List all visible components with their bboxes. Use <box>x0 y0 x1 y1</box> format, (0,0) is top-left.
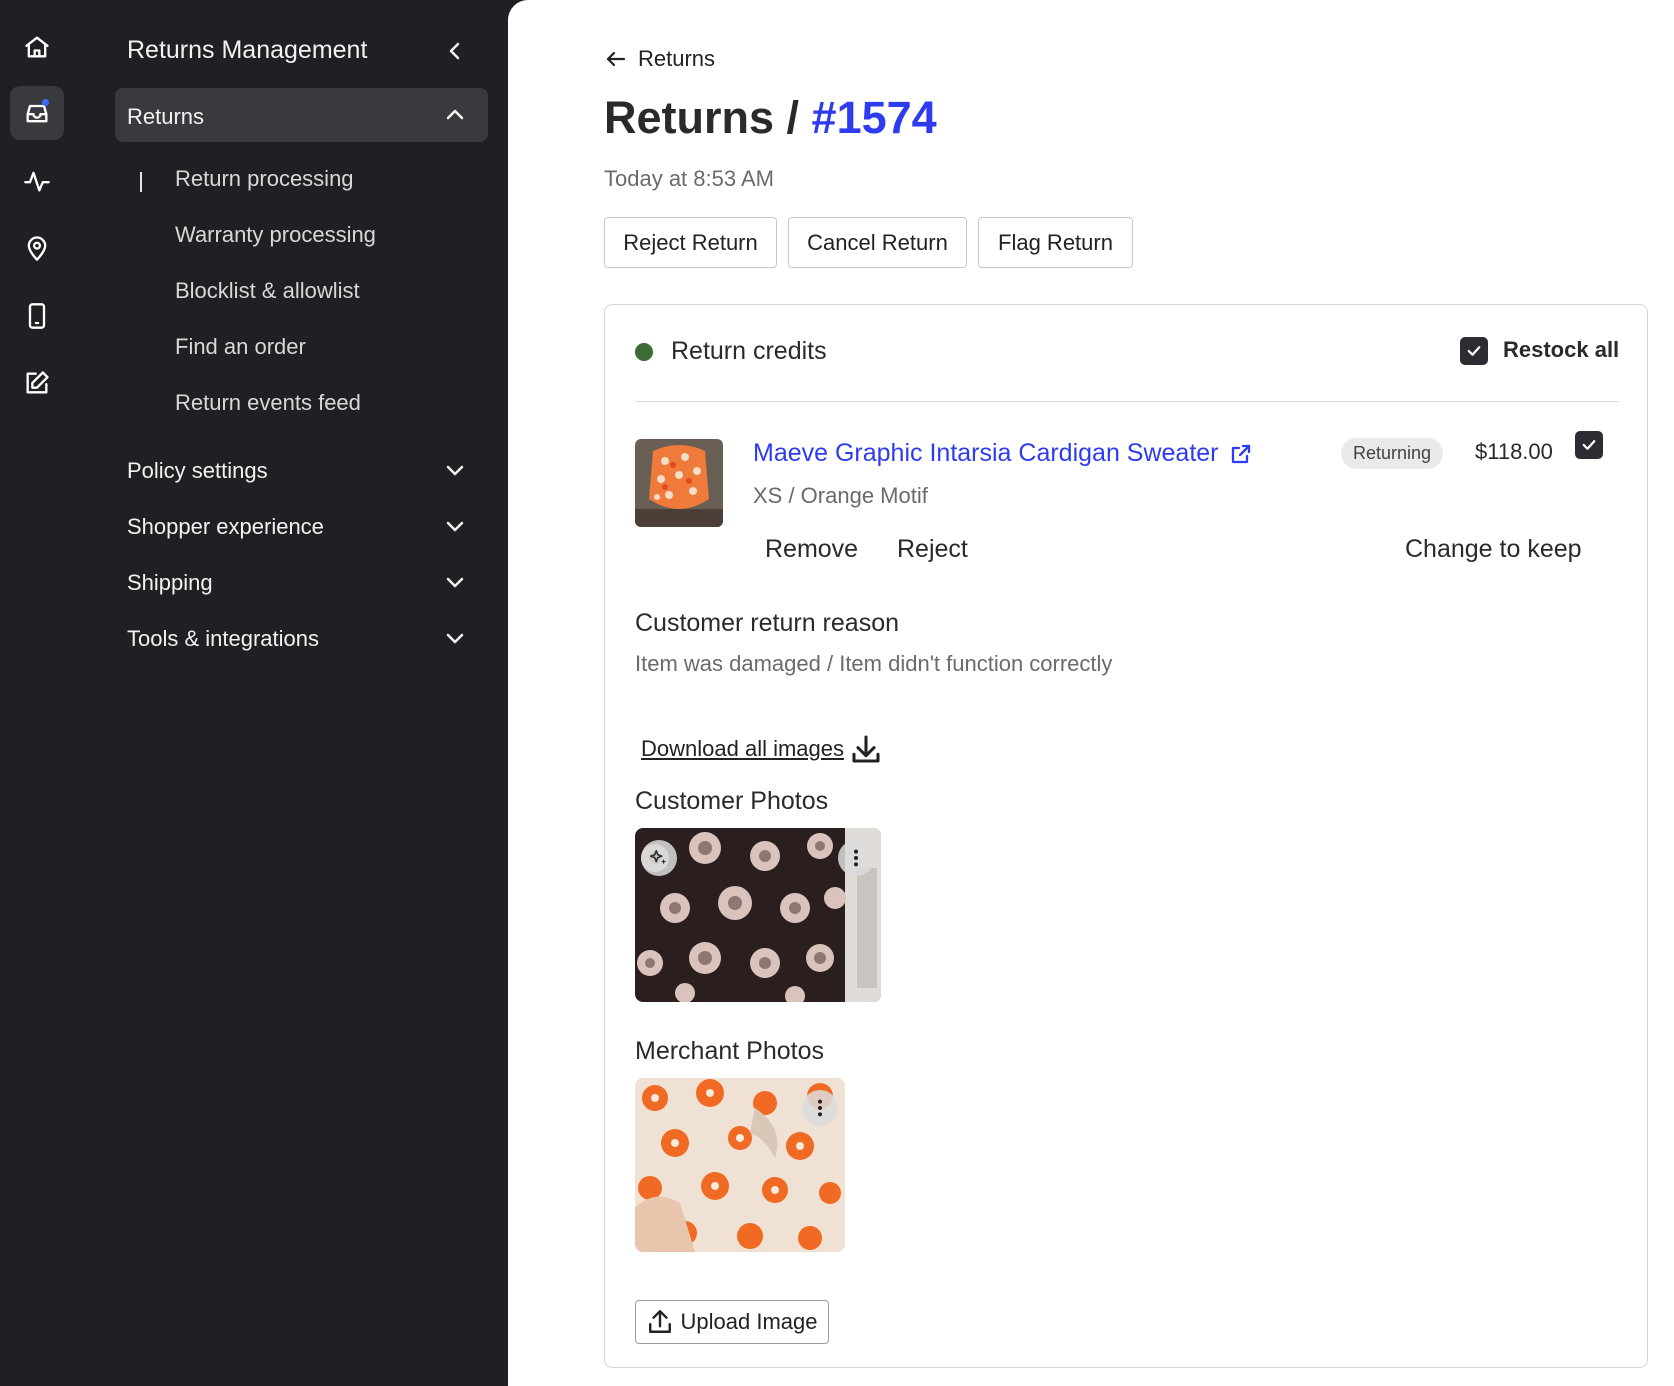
reject-item-button[interactable]: Reject <box>897 535 968 564</box>
sidebar-item-warranty-processing[interactable]: Warranty processing <box>175 222 376 248</box>
reason-text: Item was damaged / Item didn't function … <box>635 651 1113 676</box>
notification-dot <box>42 99 49 106</box>
sidebar-item-blocklist[interactable]: Blocklist & allowlist <box>175 278 360 304</box>
arrow-left-icon <box>606 51 626 67</box>
timestamp: Today at 8:53 AM <box>604 166 774 191</box>
flag-return-button[interactable]: Flag Return <box>978 217 1133 268</box>
customer-photo[interactable] <box>635 828 881 1002</box>
sidebar-section-shipping[interactable]: Shipping <box>127 570 213 596</box>
chevron-down-icon[interactable] <box>440 567 470 597</box>
upload-image-button[interactable]: Upload Image <box>635 1300 829 1344</box>
restock-all-label: Restock all <box>1503 337 1620 362</box>
sidebar-section-returns-label: Returns <box>127 104 205 129</box>
sidebar-section-tools-integrations[interactable]: Tools & integrations <box>127 626 319 652</box>
sidebar-title: Returns Management <box>127 36 368 64</box>
chevron-down-icon[interactable] <box>440 455 470 485</box>
more-options-icon[interactable] <box>838 840 874 876</box>
product-thumbnail[interactable] <box>635 439 723 527</box>
sidebar-item-return-events-feed[interactable]: Return events feed <box>175 390 361 416</box>
active-item-marker <box>140 172 142 192</box>
restock-all-checkbox[interactable] <box>1460 337 1488 365</box>
merchant-photos-heading: Merchant Photos <box>635 1037 824 1065</box>
reason-heading: Customer return reason <box>635 609 900 637</box>
merchant-photo[interactable] <box>635 1078 845 1252</box>
download-icon <box>852 735 880 763</box>
page-title: Returns / #1574 <box>604 92 937 144</box>
sidebar-section-shopper-experience[interactable]: Shopper experience <box>127 514 324 540</box>
chevron-left-icon <box>449 42 460 60</box>
status-badge: Returning <box>1341 438 1444 469</box>
return-credits-card: Return credits Restock all Maeve Graphic… <box>604 304 1648 1368</box>
return-number: #1574 <box>811 92 937 143</box>
upload-icon <box>648 1309 671 1333</box>
check-icon <box>1467 346 1481 356</box>
divider <box>635 401 1619 402</box>
edit-icon[interactable] <box>10 356 64 410</box>
more-options-icon[interactable] <box>802 1090 838 1126</box>
map-pin-icon[interactable] <box>10 221 64 275</box>
chevron-down-icon[interactable] <box>440 623 470 653</box>
cancel-return-button[interactable]: Cancel Return <box>788 217 967 268</box>
remove-button[interactable]: Remove <box>765 535 858 564</box>
download-all-images-link[interactable]: Download all images <box>641 733 882 765</box>
product-variant: XS / Orange Motif <box>753 483 928 508</box>
status-dot <box>635 343 653 361</box>
check-icon <box>1582 440 1596 450</box>
back-link[interactable]: Returns <box>604 46 715 72</box>
activity-icon[interactable] <box>10 154 64 208</box>
product-name: Maeve Graphic Intarsia Cardigan Sweater <box>753 439 1219 467</box>
item-price: $118.00 <box>1475 439 1553 464</box>
card-title: Return credits <box>671 337 827 365</box>
sparkle-icon[interactable] <box>641 840 677 876</box>
item-checkbox[interactable] <box>1575 431 1603 459</box>
collapse-sidebar-button[interactable] <box>440 36 470 66</box>
icon-rail <box>0 0 74 1386</box>
chevron-up-icon[interactable] <box>440 100 470 130</box>
sidebar-item-return-processing[interactable]: Return processing <box>175 166 354 192</box>
product-name-link[interactable]: Maeve Graphic Intarsia Cardigan Sweater <box>753 439 1253 468</box>
sidebar-item-find-order[interactable]: Find an order <box>175 334 306 360</box>
external-link-icon <box>1231 444 1250 463</box>
sidebar-section-policy-settings[interactable]: Policy settings <box>127 458 268 484</box>
inbox-icon[interactable] <box>10 86 64 140</box>
mobile-icon[interactable] <box>10 289 64 343</box>
change-to-keep-button[interactable]: Change to keep <box>1405 535 1582 564</box>
home-icon[interactable] <box>10 20 64 74</box>
chevron-down-icon[interactable] <box>440 511 470 541</box>
customer-photos-heading: Customer Photos <box>635 787 829 815</box>
main-content: Returns Returns / #1574 Today at 8:53 AM… <box>508 0 1674 1386</box>
download-label: Download all images <box>641 736 844 761</box>
reject-return-button[interactable]: Reject Return <box>604 217 777 268</box>
page-title-prefix: Returns / <box>604 92 800 143</box>
back-link-label: Returns <box>638 46 716 71</box>
upload-label: Upload Image <box>680 1309 818 1334</box>
